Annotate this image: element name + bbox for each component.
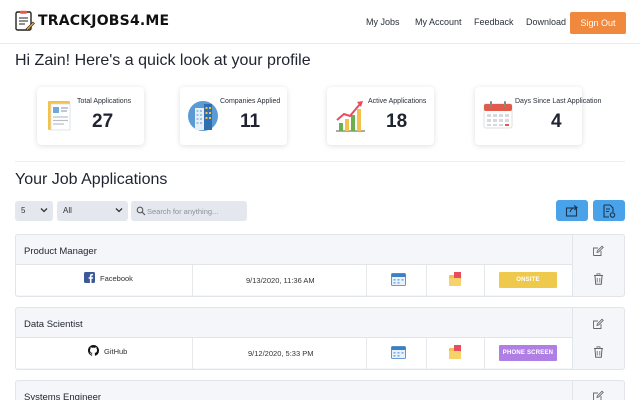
nav-my-jobs[interactable]: My Jobs: [366, 17, 400, 27]
edit-icon[interactable]: [592, 318, 604, 330]
section-divider: [15, 161, 625, 162]
action-column: [572, 235, 625, 296]
edit-icon[interactable]: [592, 390, 604, 400]
cell-divider: [366, 265, 367, 296]
page-greeting: Hi Zain! Here's a quick look at your pro…: [15, 52, 311, 69]
job-details-row: Facebook 9/13/2020, 11:36 AM ONSITE: [16, 264, 572, 296]
cell-divider: [426, 338, 427, 369]
action-column: [572, 308, 625, 369]
stat-value: 4: [551, 111, 562, 132]
stat-label: Total Applications: [77, 98, 132, 105]
edit-icon[interactable]: [592, 245, 604, 257]
stat-value: 27: [92, 111, 114, 132]
brand-name[interactable]: TRACKJOBS4.ME: [38, 13, 169, 29]
application-date: 9/12/2020, 5:33 PM: [248, 349, 314, 358]
job-title: Data Scientist: [24, 319, 83, 330]
search-box: [131, 201, 247, 221]
applications-title: Your Job Applications: [15, 171, 168, 188]
page-size-select[interactable]: 5: [15, 201, 53, 221]
export-button[interactable]: [556, 200, 588, 221]
notes-folder-icon[interactable]: [448, 344, 463, 360]
sign-out-button[interactable]: Sign Out: [570, 12, 626, 34]
stat-card-total-applications: Total Applications 27: [37, 87, 144, 145]
export-icon: [565, 205, 578, 217]
cell-divider: [426, 265, 427, 296]
stat-value: 11: [240, 111, 261, 132]
status-filter-select[interactable]: All: [57, 201, 128, 221]
stat-label: Active Applications: [368, 98, 427, 105]
calendar-event-icon[interactable]: [391, 345, 406, 359]
calendar-icon: [483, 101, 513, 129]
job-card: Product Manager Facebook 9/13/2020, 11:3…: [15, 234, 625, 297]
stat-card-active-applications: Active Applications 18: [327, 87, 434, 145]
cell-divider: [484, 338, 485, 369]
growth-chart-icon: [336, 101, 365, 132]
job-title: Product Manager: [24, 246, 97, 257]
facebook-logo-icon: [84, 272, 95, 283]
building-icon: [188, 101, 218, 131]
stat-label: Companies Applied: [220, 98, 281, 105]
job-title: Systems Engineer: [24, 392, 102, 400]
calendar-event-icon[interactable]: [391, 272, 406, 286]
stat-card-companies-applied: Companies Applied 11: [180, 87, 287, 145]
chevron-down-icon: [115, 208, 123, 213]
page-size-value: 5: [21, 206, 26, 215]
cell-divider: [192, 338, 193, 369]
company-name: GitHub: [104, 347, 128, 356]
chevron-down-icon: [40, 208, 48, 213]
application-date: 9/13/2020, 11:36 AM: [246, 276, 315, 285]
nav-feedback[interactable]: Feedback: [474, 17, 514, 27]
logo-icon[interactable]: [13, 10, 35, 32]
notes-folder-icon[interactable]: [448, 271, 463, 287]
cell-divider: [366, 338, 367, 369]
company-name: Facebook: [100, 274, 133, 283]
document-settings-icon: [603, 204, 616, 218]
search-icon: [136, 206, 146, 216]
job-card: Systems Engineer: [15, 380, 625, 400]
job-details-row: GitHub 9/12/2020, 5:33 PM PHONE SCREEN: [16, 337, 572, 369]
top-navbar: TRACKJOBS4.ME My Jobs My Account Feedbac…: [0, 0, 640, 44]
nav-download[interactable]: Download: [526, 17, 566, 27]
status-badge[interactable]: PHONE SCREEN: [499, 345, 557, 361]
cell-divider: [484, 265, 485, 296]
delete-icon[interactable]: [593, 273, 604, 285]
stat-card-days-since-last: Days Since Last Application 4: [475, 87, 601, 145]
job-card: Data Scientist GitHub 9/12/2020, 5:33 PM…: [15, 307, 625, 370]
cell-divider: [192, 265, 193, 296]
clipboard-icon: [48, 101, 71, 131]
stat-label: Days Since Last Application: [515, 98, 602, 105]
github-logo-icon: [88, 345, 99, 356]
search-input[interactable]: [147, 204, 243, 218]
report-button[interactable]: [593, 200, 625, 221]
action-column: [572, 381, 625, 400]
delete-icon[interactable]: [593, 346, 604, 358]
stat-value: 18: [386, 111, 408, 132]
status-badge[interactable]: ONSITE: [499, 272, 557, 288]
status-filter-value: All: [63, 206, 72, 215]
nav-my-account[interactable]: My Account: [415, 17, 462, 27]
